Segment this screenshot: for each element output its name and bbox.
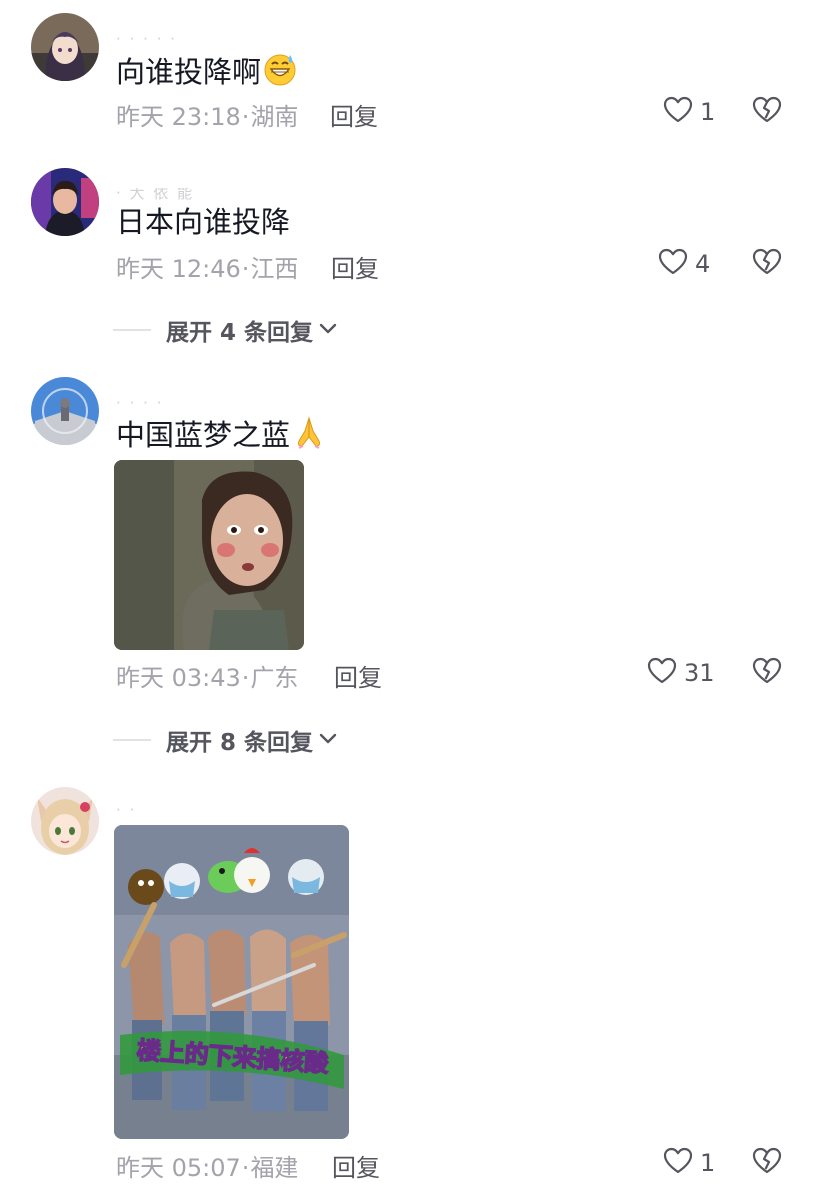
dislike-button[interactable] bbox=[751, 94, 783, 130]
timestamp: 昨天 05:07 bbox=[116, 1154, 241, 1182]
username[interactable]: · · · · · bbox=[116, 34, 177, 46]
meme-image[interactable]: 楼上的下来搞核酸 bbox=[114, 825, 349, 1139]
comment-text: 中国蓝梦之蓝 bbox=[116, 415, 326, 457]
reply-button[interactable]: 回复 bbox=[334, 658, 382, 693]
comment-text: 向谁投降啊 bbox=[116, 52, 297, 94]
location: 福建 bbox=[250, 1154, 299, 1182]
reply-button[interactable]: 回复 bbox=[330, 97, 378, 132]
sweat-grin-emoji bbox=[263, 52, 297, 94]
praying-hands-emoji bbox=[292, 415, 326, 457]
comment-text-content: 向谁投降啊 bbox=[116, 55, 262, 89]
dislike-button[interactable] bbox=[751, 246, 783, 282]
location: 广东 bbox=[250, 664, 299, 692]
expand-replies-button[interactable]: 展开 8 条回复 bbox=[113, 723, 339, 757]
separator: · bbox=[241, 103, 250, 131]
comment-meta: 昨天 05:07·福建 bbox=[116, 1148, 298, 1183]
comment-meta: 昨天 03:43·广东 bbox=[116, 658, 298, 693]
comment-text-content: 中国蓝梦之蓝 bbox=[116, 418, 291, 452]
divider bbox=[113, 739, 151, 741]
separator: · bbox=[241, 664, 250, 692]
broken-heart-icon bbox=[751, 96, 783, 130]
reply-button[interactable]: 回复 bbox=[331, 249, 379, 284]
chevron-down-icon bbox=[317, 318, 339, 344]
location: 湖南 bbox=[250, 103, 299, 131]
separator: · bbox=[241, 1154, 250, 1182]
comment-meta: 昨天 23:18·湖南 bbox=[116, 97, 298, 132]
timestamp: 昨天 12:46 bbox=[116, 255, 241, 283]
divider bbox=[113, 329, 151, 331]
expand-replies-button[interactable]: 展开 4 条回复 bbox=[113, 313, 339, 347]
comment-meta: 昨天 12:46·江西 bbox=[116, 249, 298, 284]
avatar[interactable] bbox=[31, 168, 99, 236]
avatar[interactable] bbox=[31, 13, 99, 81]
broken-heart-icon bbox=[751, 1147, 783, 1181]
like-button[interactable]: 1 bbox=[662, 1145, 715, 1181]
like-button[interactable]: 1 bbox=[662, 94, 715, 130]
like-count: 1 bbox=[700, 1149, 716, 1177]
expand-replies-label: 展开 4 条回复 bbox=[166, 320, 314, 346]
broken-heart-icon bbox=[751, 657, 783, 691]
username[interactable]: · · bbox=[116, 805, 136, 817]
like-button[interactable]: 4 bbox=[657, 246, 710, 282]
timestamp: 昨天 23:18 bbox=[116, 103, 241, 131]
timestamp: 昨天 03:43 bbox=[116, 664, 241, 692]
avatar[interactable] bbox=[31, 377, 99, 445]
broken-heart-icon bbox=[751, 248, 783, 282]
meme-image[interactable] bbox=[114, 460, 304, 650]
dislike-button[interactable] bbox=[751, 1145, 783, 1181]
like-count: 31 bbox=[684, 659, 715, 687]
expand-replies-label: 展开 8 条回复 bbox=[166, 730, 314, 756]
heart-icon bbox=[662, 1145, 694, 1181]
comment-text: 日本向谁投降 bbox=[116, 205, 291, 239]
heart-icon bbox=[646, 655, 678, 691]
heart-icon bbox=[662, 94, 694, 130]
chevron-down-icon bbox=[317, 728, 339, 754]
dislike-button[interactable] bbox=[751, 655, 783, 691]
like-button[interactable]: 31 bbox=[646, 655, 715, 691]
username[interactable]: · 大 依 能 bbox=[116, 188, 194, 200]
like-count: 1 bbox=[700, 98, 716, 126]
like-count: 4 bbox=[695, 250, 711, 278]
username[interactable]: · · · · bbox=[116, 398, 163, 410]
separator: · bbox=[241, 255, 250, 283]
reply-button[interactable]: 回复 bbox=[332, 1148, 380, 1183]
location: 江西 bbox=[250, 255, 299, 283]
avatar[interactable] bbox=[31, 787, 99, 855]
heart-icon bbox=[657, 246, 689, 282]
